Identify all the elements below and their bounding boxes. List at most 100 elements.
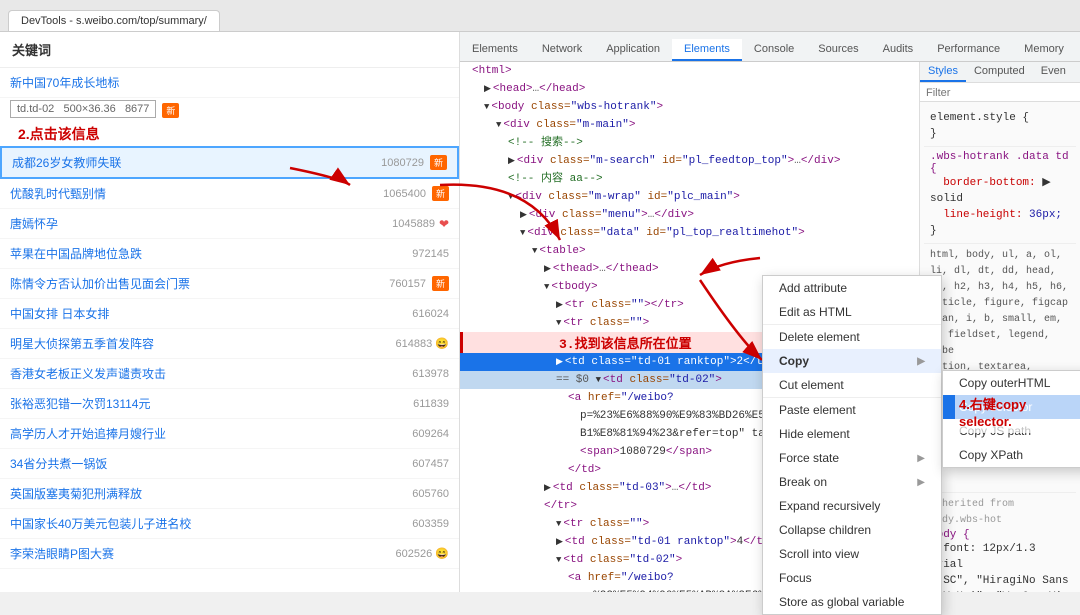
new-badge: 新 bbox=[162, 103, 179, 118]
dom-line[interactable]: ▼<div class="m-main"> bbox=[460, 116, 919, 134]
tab-application[interactable]: Application bbox=[594, 39, 672, 61]
list-item[interactable]: 李荣浩眼睛P图大赛 602526 😄 bbox=[0, 539, 459, 569]
list-item[interactable]: 唐嫣怀孕 1045889 ❤ bbox=[0, 209, 459, 239]
item-text: 明星大侦探第五季首发阵容 bbox=[10, 335, 388, 352]
tab-styles[interactable]: Styles bbox=[920, 62, 966, 82]
tab-sources[interactable]: Sources bbox=[806, 39, 870, 61]
tab-title: DevTools - s.weibo.com/top/summary/ bbox=[21, 15, 207, 27]
item-num: 609264 bbox=[412, 428, 449, 440]
ctx-copy[interactable]: Copy ▶ bbox=[763, 349, 941, 373]
element-tooltip: td.td-02 500×36.36 8677 bbox=[10, 100, 156, 118]
devtools-tab-bar: Elements Network Application Elements Co… bbox=[460, 32, 1080, 62]
item-num: 611839 bbox=[413, 398, 449, 410]
ctx-copy-label: Copy bbox=[779, 354, 809, 368]
list-item[interactable]: 英国版塞夷菊犯刑满释放 605760 bbox=[0, 479, 459, 509]
item-num: 607457 bbox=[412, 458, 449, 470]
dom-line[interactable]: ▶<div class="menu">…</div> bbox=[460, 206, 919, 224]
ctx-edit-html[interactable]: Edit as HTML bbox=[763, 300, 941, 324]
item-text: 香港女老板正义发声谴责攻击 bbox=[10, 365, 404, 382]
context-menu: Add attribute Edit as HTML Delete elemen… bbox=[762, 275, 942, 615]
submenu-copy-outerhtml[interactable]: Copy outerHTML bbox=[943, 371, 1080, 395]
list-item[interactable]: 苹果在中国品牌地位急跌 972145 bbox=[0, 239, 459, 269]
item-text: 陈情令方否认加价出售见面会门票 bbox=[10, 275, 381, 292]
step2-annotation: 2.点击该信息 bbox=[0, 122, 459, 146]
tab-computed[interactable]: Computed bbox=[966, 62, 1033, 82]
style-text: h1, h2, h3, h4, h5, h6, article, figure,… bbox=[930, 280, 1070, 312]
arrow-icon: ▶ bbox=[917, 477, 925, 488]
style-prop: border-bottom: ▶ solid bbox=[930, 175, 1070, 207]
tab-performance[interactable]: Performance bbox=[925, 39, 1012, 61]
ctx-collapse-children[interactable]: Collapse children bbox=[763, 518, 941, 542]
style-text: Inherited from body.wbs-hot bbox=[930, 497, 1070, 529]
dom-line[interactable]: <!-- 搜索--> bbox=[460, 134, 919, 152]
list-item[interactable]: 中国家长40万美元包装儿子进名校 603359 bbox=[0, 509, 459, 539]
submenu-copy-selector[interactable]: Copy selector bbox=[943, 395, 1080, 419]
tooltip-row: td.td-02 500×36.36 8677 新 bbox=[0, 98, 459, 122]
tab-network[interactable]: Network bbox=[530, 39, 594, 61]
styles-tab-bar: Styles Computed Even bbox=[920, 62, 1080, 83]
item-num: 613978 bbox=[412, 368, 449, 380]
ctx-paste-element[interactable]: Paste element bbox=[763, 397, 941, 422]
tab-memory[interactable]: Memory bbox=[1012, 39, 1076, 61]
step2-label: 2.点击该信息 bbox=[8, 122, 110, 146]
dom-line[interactable]: ▶<head>…</head> bbox=[460, 80, 919, 98]
list-header: 关键词 bbox=[0, 32, 459, 68]
ctx-hide-element[interactable]: Hide element bbox=[763, 422, 941, 446]
style-selector: body { bbox=[930, 529, 1070, 541]
style-prop: line-height: 36px; bbox=[930, 207, 1070, 223]
ctx-force-state[interactable]: Force state ▶ bbox=[763, 446, 941, 470]
step3-label: 3.找到该信息所在位置 bbox=[559, 333, 692, 352]
style-text: } bbox=[930, 126, 1070, 142]
submenu-copy-xpath[interactable]: Copy XPath bbox=[943, 443, 1080, 467]
tab-elements[interactable]: Elements bbox=[460, 39, 530, 61]
item-num: 760157 bbox=[389, 278, 426, 290]
list-item[interactable]: 34省分共煮一锅饭 607457 bbox=[0, 449, 459, 479]
tab-elements-active[interactable]: Elements bbox=[672, 39, 742, 61]
ctx-delete-element[interactable]: Delete element bbox=[763, 324, 941, 349]
tab-event-listeners[interactable]: Even bbox=[1033, 62, 1074, 82]
ctx-force-state-label: Force state bbox=[779, 451, 839, 465]
style-text: element.style { bbox=[930, 110, 1070, 126]
list-item-highlighted[interactable]: 成都26岁女教师失联 1080729 新 bbox=[0, 146, 459, 179]
list-item[interactable]: 张裕恶犯错一次罚13114元 611839 bbox=[0, 389, 459, 419]
new-badge: 新 bbox=[432, 276, 449, 291]
item-text: 李荣浩眼睛P图大赛 bbox=[10, 545, 388, 562]
new-badge: 新 bbox=[430, 155, 447, 170]
dom-line[interactable]: ▼<body class="wbs-hotrank"> bbox=[460, 98, 919, 116]
tab-console[interactable]: Console bbox=[742, 39, 806, 61]
item-text: 中国女排 日本女排 bbox=[10, 305, 404, 322]
item-text: 优酸乳时代甄别情 bbox=[10, 185, 375, 202]
list-item[interactable]: 优酸乳时代甄别情 1065400 新 bbox=[0, 179, 459, 209]
ctx-break-on[interactable]: Break on ▶ bbox=[763, 470, 941, 494]
submenu-copy-jspath[interactable]: Copy JS path bbox=[943, 419, 1080, 443]
ctx-cut-element[interactable]: Cut element bbox=[763, 373, 941, 397]
ctx-store-global[interactable]: Store as global variable bbox=[763, 590, 941, 614]
arrow-icon: ▶ bbox=[917, 356, 925, 367]
ctx-expand-recursively[interactable]: Expand recursively bbox=[763, 494, 941, 518]
item-num: 616024 bbox=[412, 308, 449, 320]
ctx-add-attribute[interactable]: Add attribute bbox=[763, 276, 941, 300]
list-item[interactable]: 明星大侦探第五季首发阵容 614883 😄 bbox=[0, 329, 459, 359]
ctx-focus[interactable]: Focus bbox=[763, 566, 941, 590]
item-text: 34省分共煮一锅饭 bbox=[10, 455, 404, 472]
filter-input[interactable] bbox=[926, 87, 1074, 99]
item-text: 新中国70年成长地标 bbox=[10, 74, 449, 91]
list-item[interactable]: 新中国70年成长地标 bbox=[0, 68, 459, 98]
item-text-highlighted: 成都26岁女教师失联 bbox=[12, 154, 373, 171]
list-item[interactable]: 中国女排 日本女排 616024 bbox=[0, 299, 459, 329]
tab-audits[interactable]: Audits bbox=[871, 39, 926, 61]
dom-line[interactable]: ▼<table> bbox=[460, 242, 919, 260]
browser-tab-active[interactable]: DevTools - s.weibo.com/top/summary/ bbox=[8, 10, 220, 31]
list-item[interactable]: 香港女老板正义发声谴责攻击 613978 bbox=[0, 359, 459, 389]
dom-line[interactable]: <html> bbox=[460, 62, 919, 80]
style-text: } bbox=[930, 223, 1070, 239]
dom-line[interactable]: <!-- 内容 aa--> bbox=[460, 170, 919, 188]
tab-security[interactable]: Security bbox=[1076, 39, 1080, 61]
list-item[interactable]: 陈情令方否认加价出售见面会门票 760157 新 bbox=[0, 269, 459, 299]
dom-line[interactable]: ▶<div class="m-search" id="pl_feedtop_to… bbox=[460, 152, 919, 170]
style-text: span, i, b, small, em, a, fieldset, lege… bbox=[930, 312, 1070, 360]
dom-line[interactable]: ▼<div class="m-wrap" id="plc_main"> bbox=[460, 188, 919, 206]
ctx-scroll-into-view[interactable]: Scroll into view bbox=[763, 542, 941, 566]
dom-line[interactable]: ▼<div class="data" id="pl_top_realtimeho… bbox=[460, 224, 919, 242]
list-item[interactable]: 高学历人才开始追捧月嫂行业 609264 bbox=[0, 419, 459, 449]
